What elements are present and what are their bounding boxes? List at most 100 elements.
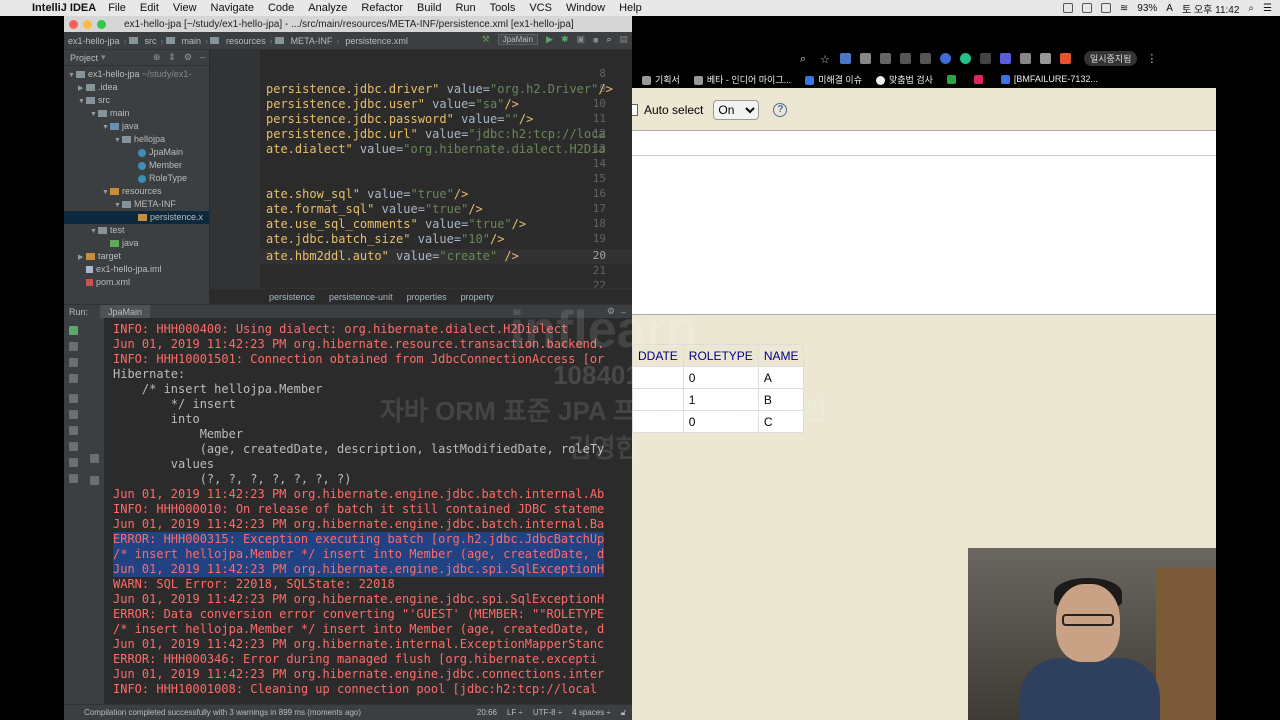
spotlight-icon[interactable]: ⌕	[1248, 3, 1254, 14]
menu-help[interactable]: Help	[619, 2, 642, 14]
menu-code[interactable]: Code	[268, 2, 294, 14]
bookmark-item[interactable]: 맞춤법 검사	[876, 73, 933, 86]
close-window-icon[interactable]	[69, 19, 78, 29]
menu-tools[interactable]: Tools	[490, 2, 516, 14]
menu-analyze[interactable]: Analyze	[308, 2, 347, 14]
tree-item-hellojpa[interactable]: ▼ hellojpa	[114, 133, 165, 146]
tree-item-idea[interactable]: ▶ .idea	[78, 81, 118, 94]
app-menu-name[interactable]: IntelliJ IDEA	[32, 2, 96, 14]
layout-icon[interactable]	[90, 454, 99, 463]
tree-item-iml[interactable]: ex1-hello-jpa.iml	[86, 263, 162, 276]
minimize-window-icon[interactable]	[83, 19, 92, 29]
bookmark-item[interactable]: 기획서	[642, 73, 680, 86]
battery-percent[interactable]: 93%	[1137, 3, 1157, 14]
tree-item-test[interactable]: ▼ test	[90, 224, 125, 237]
layout-icon[interactable]: ▤	[619, 34, 628, 45]
pin-icon[interactable]	[90, 476, 99, 485]
search-icon[interactable]: ⌕	[800, 53, 811, 65]
screen-icon[interactable]	[1081, 3, 1092, 13]
sync-icon[interactable]	[1100, 3, 1111, 13]
coverage-icon[interactable]: ▣	[576, 34, 585, 45]
extension-icon[interactable]	[980, 52, 991, 64]
menu-file[interactable]: File	[108, 2, 126, 14]
bookmark-item[interactable]: [BMFAILURE-7132...	[1000, 74, 1098, 85]
exit-icon[interactable]	[69, 426, 78, 435]
build-icon[interactable]: ⚒	[482, 34, 490, 45]
code-editor[interactable]: 8 9 10 11 12 13 14 15 16 17 18 19 20 21 …	[210, 50, 632, 304]
run-config-select[interactable]: JpaMain	[497, 34, 539, 45]
file-encoding[interactable]: UTF-8 ÷	[533, 708, 562, 718]
tree-item-meta-inf[interactable]: ▼ META-INF	[114, 198, 176, 211]
sql-editor-area[interactable]	[632, 130, 1216, 315]
indent-setting[interactable]: 4 spaces ÷	[572, 708, 611, 718]
extension-icon[interactable]	[940, 52, 951, 64]
tree-item-main[interactable]: ▼ main	[90, 107, 130, 120]
clock[interactable]: 토 오후 11:42	[1182, 1, 1239, 16]
menu-navigate[interactable]: Navigate	[211, 2, 254, 14]
breadcrumb-persistence-xml[interactable]: persistence.xml	[341, 36, 408, 46]
bookmark-item[interactable]: 미해결 이슈	[805, 73, 862, 86]
stop-icon[interactable]: ■	[593, 35, 598, 45]
camera-icon[interactable]	[69, 394, 78, 403]
locate-icon[interactable]: ⊕	[153, 52, 161, 63]
settings-icon[interactable]: ⚙	[184, 52, 192, 63]
tree-item-target[interactable]: ▶ target	[78, 250, 121, 263]
extension-icon[interactable]	[1000, 52, 1011, 64]
tree-item-member[interactable]: Member	[138, 159, 182, 172]
extension-icon[interactable]	[840, 52, 851, 64]
bookmark-item[interactable]: 베타 - 인디어 마이그...	[693, 73, 791, 86]
search-icon[interactable]: ⌕	[606, 34, 611, 45]
menu-run[interactable]: Run	[455, 2, 475, 14]
scroll-end-icon[interactable]	[69, 442, 78, 451]
menu-build[interactable]: Build	[417, 2, 441, 14]
up-icon[interactable]	[69, 342, 78, 351]
extension-icon[interactable]	[860, 52, 871, 64]
tree-item-java[interactable]: ▼ java	[102, 120, 139, 133]
collapse-icon[interactable]: ⇕	[168, 52, 176, 63]
menu-edit[interactable]: Edit	[140, 2, 159, 14]
down-icon[interactable]	[69, 374, 78, 383]
extension-icon[interactable]	[880, 52, 891, 64]
tree-item-roletype[interactable]: RoleType	[138, 172, 187, 185]
extension-icon[interactable]	[900, 52, 911, 64]
breadcrumb-main[interactable]: main	[178, 36, 202, 46]
tree-item-test-java[interactable]: java	[102, 237, 139, 250]
extension-icon[interactable]	[1040, 52, 1051, 64]
hide-icon[interactable]: –	[200, 52, 205, 63]
soft-wrap-icon[interactable]	[69, 410, 78, 419]
trash-icon[interactable]	[69, 474, 78, 483]
run-tab-jpamain[interactable]: JpaMain	[100, 304, 151, 319]
stop-icon[interactable]	[69, 358, 78, 367]
menu-vcs[interactable]: VCS	[529, 2, 552, 14]
breadcrumb-meta-inf[interactable]: META-INF	[287, 36, 333, 46]
tree-item-persistence-xml[interactable]: persistence.x	[64, 211, 209, 224]
tree-item-resources[interactable]: ▼ resources	[102, 185, 162, 198]
status-app-icon[interactable]	[1062, 3, 1073, 13]
tree-item-src[interactable]: ▼ src	[78, 94, 110, 107]
wifi-icon[interactable]: ≋	[1120, 3, 1128, 14]
extension-icon[interactable]	[920, 52, 931, 64]
menu-view[interactable]: View	[173, 2, 197, 14]
tree-item-pom[interactable]: pom.xml	[86, 276, 130, 289]
debug-icon[interactable]: ✱	[561, 34, 569, 45]
breadcrumb-project[interactable]: ex1-hello-jpa	[64, 36, 120, 46]
zoom-window-icon[interactable]	[97, 19, 106, 29]
extension-icon[interactable]	[960, 52, 971, 64]
star-icon[interactable]: ☆	[820, 53, 831, 66]
help-icon[interactable]: ?	[773, 103, 788, 117]
rerun-icon[interactable]	[69, 326, 78, 335]
line-separator[interactable]: LF ÷	[507, 708, 523, 718]
lock-icon[interactable]: 🔓︎	[621, 708, 626, 718]
status-message[interactable]: Compilation completed successfully with …	[84, 708, 361, 717]
input-source-icon[interactable]: A	[1166, 3, 1173, 14]
run-icon[interactable]: ▶	[546, 34, 553, 45]
menu-window[interactable]: Window	[566, 2, 605, 14]
bookmark-item[interactable]	[946, 74, 960, 85]
extension-icon[interactable]	[1060, 52, 1071, 64]
breadcrumb-resources[interactable]: resources	[222, 36, 266, 46]
xml-crumb-persistence[interactable]: persistence	[269, 292, 315, 302]
caret-position[interactable]: 20:66	[477, 708, 497, 718]
breadcrumb-src[interactable]: src	[141, 36, 157, 46]
auto-select-checkbox[interactable]	[632, 104, 638, 116]
print-icon[interactable]	[69, 458, 78, 467]
